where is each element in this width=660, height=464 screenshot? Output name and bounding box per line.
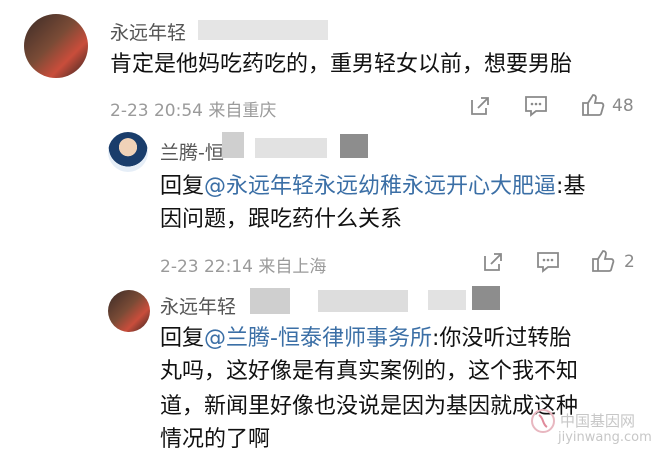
blurred-username	[250, 288, 290, 314]
reply-prefix: 回复	[160, 174, 205, 199]
share-icon[interactable]	[468, 94, 492, 118]
comment-3-text: 回复@兰腾-恒泰律师事务所:你没听过转胎	[160, 322, 571, 355]
comment-1-author[interactable]: 永远年轻	[110, 18, 186, 45]
share-icon[interactable]	[481, 250, 505, 274]
watermark-logo-icon	[531, 409, 555, 433]
comment-1-meta: 2-23 20:54 来自重庆	[110, 101, 277, 121]
comment-1-text: 肯定是他妈吃药吃的，重男轻女以前，想要男胎	[110, 52, 573, 77]
mention-link[interactable]: @兰腾-恒泰律师事务所	[204, 326, 432, 351]
comment-2-author[interactable]: 兰腾-恒	[160, 138, 224, 165]
blurred-username	[340, 134, 368, 158]
reply-prefix: 回复	[160, 326, 205, 351]
blurred-username	[255, 138, 327, 158]
blurred-username	[428, 290, 466, 310]
avatar-comment-2[interactable]	[108, 132, 148, 172]
comment-2-text: 回复@永远年轻永远幼稚永远开心大肥逼:基	[160, 170, 585, 203]
comment-3-text-line: 情况的了啊	[160, 427, 271, 452]
watermark-text: 中国基因网	[560, 412, 636, 430]
blurred-username	[222, 132, 244, 158]
like-count: 48	[612, 96, 634, 116]
comment-3-text-line: 道，新闻里好像也没说是因为基因就成这种	[160, 394, 579, 419]
reply-text: :基	[556, 174, 586, 199]
blurred-username	[198, 20, 328, 40]
weibo-comment-thread: { "comments": [ { "author": "永远年轻", "tex…	[0, 0, 660, 464]
watermark-url: jiyinwang.com	[558, 430, 652, 445]
comment-3-author[interactable]: 永远年轻	[160, 292, 236, 319]
avatar-comment-3[interactable]	[108, 290, 150, 332]
like-count: 2	[624, 252, 635, 272]
comment-2-meta: 2-23 22:14 来自上海	[160, 257, 327, 277]
like-icon[interactable]	[590, 248, 616, 274]
like-icon[interactable]	[580, 92, 606, 118]
comment-3-text-line: 丸吗，这好像是有真实案例的，这个我不知	[160, 359, 579, 384]
reply-text: :你没听过转胎	[431, 326, 572, 351]
comment-icon[interactable]	[523, 94, 549, 118]
blurred-username	[318, 290, 408, 312]
comment-icon[interactable]	[535, 250, 561, 274]
avatar-comment-1[interactable]	[24, 14, 88, 78]
mention-link[interactable]: @永远年轻永远幼稚永远开心大肥逼	[204, 174, 556, 199]
comment-2-text-line: 因问题，跟吃药什么关系	[160, 207, 403, 232]
blurred-username	[472, 286, 500, 310]
